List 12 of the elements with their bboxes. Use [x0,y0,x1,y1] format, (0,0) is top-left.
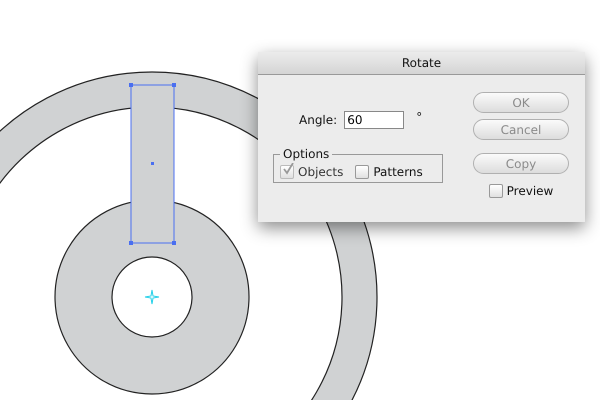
checkbox[interactable] [355,164,370,178]
selected-rectangle[interactable] [129,83,176,245]
angle-field[interactable]: 60 [344,111,404,129]
options-legend: Options [280,147,332,161]
checkbox-label: Preview [506,184,554,198]
dialog-title: Rotate [258,52,585,75]
checkbox-label: Patterns [373,164,423,178]
rotation-origin-icon[interactable] [144,290,160,304]
checkbox-label: Objects [298,164,344,178]
angle-label: Angle: [299,113,338,127]
checkbox[interactable] [488,184,503,198]
degree-unit: ° [416,110,422,124]
